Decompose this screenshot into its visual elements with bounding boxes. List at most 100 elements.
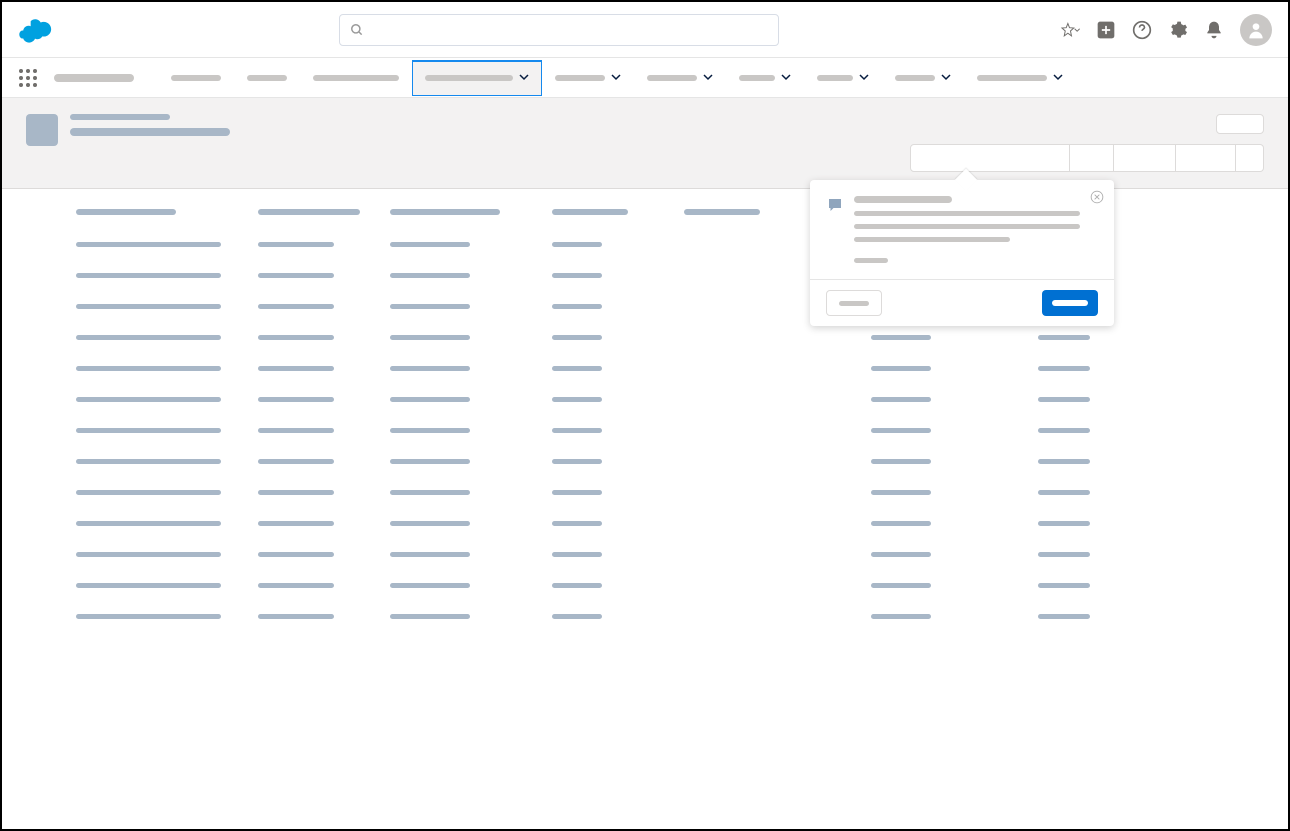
salesforce-logo[interactable]	[18, 16, 58, 44]
table-cell	[390, 459, 470, 464]
column-header[interactable]	[552, 209, 628, 215]
header-action-button-0[interactable]	[910, 144, 1070, 172]
table-cell	[76, 521, 221, 526]
page-subtitle	[70, 114, 170, 120]
favorites-icon[interactable]	[1060, 20, 1080, 40]
table-cell	[76, 273, 221, 278]
chevron-down-icon	[941, 69, 951, 87]
table-cell	[390, 490, 470, 495]
column-header[interactable]	[258, 209, 360, 215]
column-header[interactable]	[390, 209, 500, 215]
nav-tab-9[interactable]	[964, 60, 1076, 96]
nav-tab-8[interactable]	[882, 60, 964, 96]
header-actions	[1060, 14, 1272, 46]
setup-icon[interactable]	[1168, 20, 1188, 40]
table-cell	[1038, 583, 1090, 588]
table-cell	[390, 273, 470, 278]
table-cell	[552, 428, 602, 433]
table-cell	[1038, 428, 1090, 433]
table-cell	[390, 335, 470, 340]
header-action-small[interactable]	[1216, 114, 1264, 134]
chevron-down-icon	[611, 69, 621, 87]
column-header[interactable]	[76, 209, 176, 215]
close-icon[interactable]	[1090, 190, 1104, 204]
header-action-button-2[interactable]	[1114, 144, 1176, 172]
help-icon[interactable]	[1132, 20, 1152, 40]
app-launcher-icon[interactable]	[18, 68, 38, 88]
nav-tab-label	[425, 75, 513, 81]
table-cell	[1038, 490, 1090, 495]
table-cell	[258, 397, 334, 402]
nav-tab-2[interactable]	[300, 60, 412, 96]
table-cell	[76, 614, 221, 619]
table-cell	[871, 428, 931, 433]
popover-body-line	[854, 211, 1080, 216]
global-header	[2, 2, 1288, 58]
table-row[interactable]	[26, 570, 1264, 601]
table-cell	[258, 366, 334, 371]
table-row[interactable]	[26, 539, 1264, 570]
table-cell	[552, 552, 602, 557]
search-container	[58, 14, 1060, 46]
table-cell	[390, 521, 470, 526]
table-cell	[390, 397, 470, 402]
table-cell	[390, 242, 470, 247]
popover-primary-button[interactable]	[1042, 290, 1098, 316]
table-cell	[871, 397, 931, 402]
table-row[interactable]	[26, 601, 1264, 632]
table-cell	[76, 242, 221, 247]
nav-tab-3[interactable]	[412, 60, 542, 96]
popover-title	[854, 196, 952, 203]
table-cell	[552, 273, 602, 278]
table-cell	[390, 552, 470, 557]
app-name	[54, 74, 134, 82]
table-row[interactable]	[26, 353, 1264, 384]
nav-tab-0[interactable]	[158, 60, 234, 96]
table-cell	[258, 242, 334, 247]
header-action-button-4[interactable]	[1236, 144, 1264, 172]
table-row[interactable]	[26, 446, 1264, 477]
header-action-button-3[interactable]	[1176, 144, 1236, 172]
table-cell	[552, 583, 602, 588]
table-cell	[76, 459, 221, 464]
nav-tab-label	[313, 75, 399, 81]
comment-icon	[826, 196, 844, 214]
add-icon[interactable]	[1096, 20, 1116, 40]
table-cell	[871, 490, 931, 495]
nav-tab-label	[171, 75, 221, 81]
table-row[interactable]	[26, 384, 1264, 415]
table-row[interactable]	[26, 322, 1264, 353]
table-row[interactable]	[26, 415, 1264, 446]
column-header[interactable]	[684, 209, 760, 215]
nav-tab-6[interactable]	[726, 60, 804, 96]
popover-secondary-button[interactable]	[826, 290, 882, 316]
popover-timestamp	[854, 258, 888, 263]
nav-tab-5[interactable]	[634, 60, 726, 96]
table-cell	[1038, 521, 1090, 526]
table-cell	[1038, 614, 1090, 619]
notifications-icon[interactable]	[1204, 20, 1224, 40]
nav-tab-label	[647, 75, 697, 81]
page-title	[70, 128, 230, 136]
popover-footer	[810, 279, 1114, 326]
table-cell	[76, 490, 221, 495]
table-row[interactable]	[26, 477, 1264, 508]
table-row[interactable]	[26, 508, 1264, 539]
table-cell	[1038, 459, 1090, 464]
page-header	[2, 98, 1288, 189]
nav-tab-label	[817, 75, 853, 81]
nav-tab-label	[739, 75, 775, 81]
table-cell	[552, 397, 602, 402]
table-cell	[258, 273, 334, 278]
global-search-input[interactable]	[339, 14, 779, 46]
table-cell	[258, 490, 334, 495]
nav-tab-4[interactable]	[542, 60, 634, 96]
nav-tab-7[interactable]	[804, 60, 882, 96]
nav-tab-1[interactable]	[234, 60, 300, 96]
table-cell	[258, 552, 334, 557]
table-cell	[76, 304, 221, 309]
header-action-button-1[interactable]	[1070, 144, 1114, 172]
profile-avatar[interactable]	[1240, 14, 1272, 46]
app-nav-bar	[2, 58, 1288, 98]
nav-tab-label	[247, 75, 287, 81]
